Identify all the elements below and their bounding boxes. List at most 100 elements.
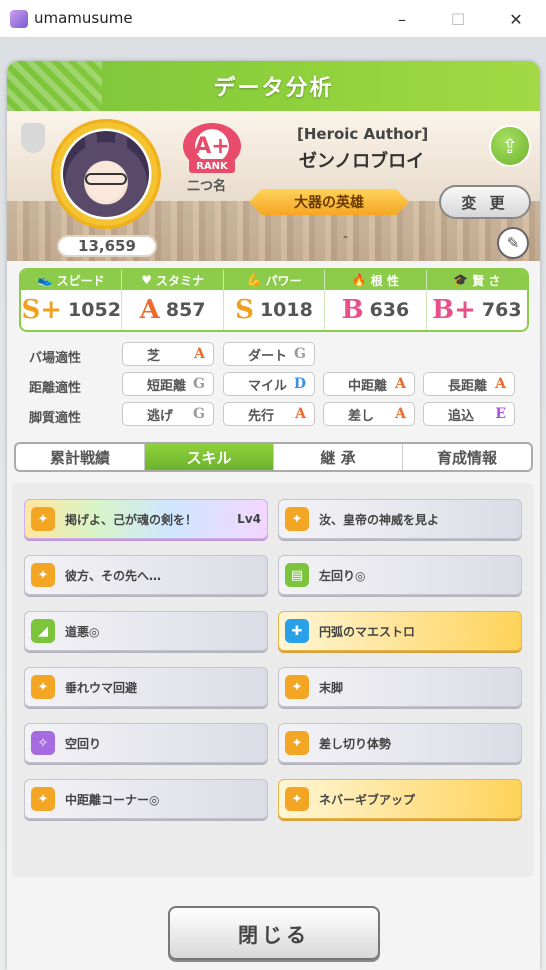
aptitude-name: 短距離 [147,378,187,394]
aptitude-dirt: ダート G [223,342,315,366]
course-skill-icon: ▤ [285,563,309,587]
carrot-icon [21,123,45,153]
tab-skills[interactable]: スキル [145,444,274,470]
stat-guts: 🔥 根 性 B 636 [325,270,427,330]
skill-name: 差し切り体勢 [319,736,392,751]
speed-skill-icon: ✦ [31,507,55,531]
stat-power: 💪 パワー S 1018 [223,270,326,330]
speed-skill-icon: ✦ [285,731,309,755]
skill-name: 円弧のマエストロ [319,624,416,639]
tab-inheritance[interactable]: 継 承 [274,444,403,470]
pencil-icon: ✎ [506,234,520,252]
close-window-button[interactable]: ✕ [496,4,536,34]
power-skill-icon: ◢ [31,619,55,643]
track-aptitude-label: バ場適性 [29,351,82,366]
distance-aptitude-label: 距離適性 [29,381,82,396]
skill-name: 中距離コーナー◎ [65,792,160,807]
maximize-button[interactable]: ☐ [438,4,478,34]
aptitude-grade: A [395,406,406,422]
stats-table: 👟 スピード S+ 1052 ♥ スタミナ A 857 💪 パワー S 1018 🔥 根 性 … [19,268,529,332]
speed-skill-icon: ✦ [285,675,309,699]
muscle-icon: 💪 [246,273,262,287]
graduation-icon: 🎓 [453,273,469,287]
aptitude-end: 追込 E [423,402,515,426]
skill-name: 彼方、その先へ… [65,568,162,583]
stat-grade: A [139,295,160,325]
stat-value: 763 [481,299,522,321]
change-button[interactable]: 変 更 [439,185,531,219]
header-decoration [7,61,102,111]
tab-bar: 累計戦績 スキル 継 承 育成情報 [14,442,533,472]
style-aptitude-label: 脚質適性 [29,411,82,426]
aptitude-grade: E [495,406,506,422]
stat-value: 1052 [68,299,121,321]
skill-card[interactable]: ✦ 中距離コーナー◎ [24,779,268,819]
glasses-decoration [85,173,127,185]
skill-name: 垂れウマ回避 [65,680,138,695]
aptitude-name: 差し [348,408,375,424]
skill-card[interactable]: ✧ 空回り [24,723,268,763]
skill-list: ✦ 掲げよ、己が魂の剣を！ Lv4 ✦ 汝、皇帝の神威を見よ ✦ 彼方、その先へ… ▤ 左… [12,483,534,877]
aptitude-name: 芝 [147,348,161,364]
aptitude-grade: G [193,406,205,422]
window-titlebar: umamusume – ☐ ✕ [0,0,546,38]
nickname-label: 二つ名 [187,179,227,194]
skill-name: ネバーギブアップ [319,792,416,807]
stat-value: 636 [369,299,410,321]
stat-label: スタミナ [155,273,204,288]
aptitude-grade: G [193,376,205,392]
data-analysis-panel: データ分析 13,659 A+ RANK 二つ名 [Heroic Author]… [7,61,540,970]
stat-speed: 👟 スピード S+ 1052 [21,270,123,330]
debuff-skill-icon: ✧ [31,731,55,755]
aptitude-name: 追込 [448,408,475,424]
ear-decoration [85,131,97,157]
skill-name: 空回り [65,736,102,751]
speed-skill-icon: ✦ [31,787,55,811]
skill-name: 末脚 [319,680,344,695]
stat-grade: B+ [432,295,476,325]
aptitude-grade: G [294,346,306,362]
avatar[interactable] [63,131,149,217]
minimize-button[interactable]: – [382,4,422,34]
skill-card[interactable]: ◢ 道悪◎ [24,611,268,651]
stat-label: パワー [265,273,302,288]
skill-card[interactable]: ✦ ネバーギブアップ [278,779,522,819]
aptitude-grade: A [295,406,306,422]
aptitude-name: 中距離 [348,378,388,394]
edit-button[interactable]: ✎ [497,227,529,259]
skill-card[interactable]: ✦ 彼方、その先へ… [24,555,268,595]
aptitude-pace: 先行 A [223,402,315,426]
tab-training-info[interactable]: 育成情報 [403,444,531,470]
aptitude-name: マイル [248,378,288,394]
stat-label: 根 性 [370,273,399,288]
aptitude-grade: A [495,376,506,392]
aptitude-front: 逃げ G [122,402,214,426]
skill-card[interactable]: ✦ 汝、皇帝の神威を見よ [278,499,522,539]
panel-header: データ分析 [7,61,540,111]
heart-icon: ♥ [141,273,152,287]
aptitude-late: 差し A [323,402,415,426]
skill-name: 道悪◎ [65,624,100,639]
aptitude-mile: マイル D [223,372,315,396]
skill-name: 左回り◎ [319,568,366,583]
skill-card[interactable]: ▤ 左回り◎ [278,555,522,595]
aptitude-grade: A [194,346,205,362]
share-icon: ⇪ [501,134,519,158]
flame-icon: 🔥 [351,273,367,287]
skill-card[interactable]: ✦ 差し切り体勢 [278,723,522,763]
skill-card[interactable]: ✦ 掲げよ、己が魂の剣を！ Lv4 [24,499,268,539]
aptitude-name: 逃げ [147,408,174,424]
close-button[interactable]: 閉じる [168,906,380,960]
share-button[interactable]: ⇪ [489,125,531,167]
skill-name: 汝、皇帝の神威を見よ [319,512,440,527]
skill-card[interactable]: ✚ 円弧のマエストロ [278,611,522,651]
skill-name: 掲げよ、己が魂の剣を！ [65,512,198,527]
stat-label: スピード [56,273,105,288]
aptitude-name: 長距離 [448,378,488,394]
skill-card[interactable]: ✦ 末脚 [278,667,522,707]
tab-career-record[interactable]: 累計戦績 [16,444,145,470]
stat-value: 857 [165,299,206,321]
skill-card[interactable]: ✦ 垂れウマ回避 [24,667,268,707]
recovery-skill-icon: ✚ [285,619,309,643]
aptitude-name: ダート [248,348,288,364]
